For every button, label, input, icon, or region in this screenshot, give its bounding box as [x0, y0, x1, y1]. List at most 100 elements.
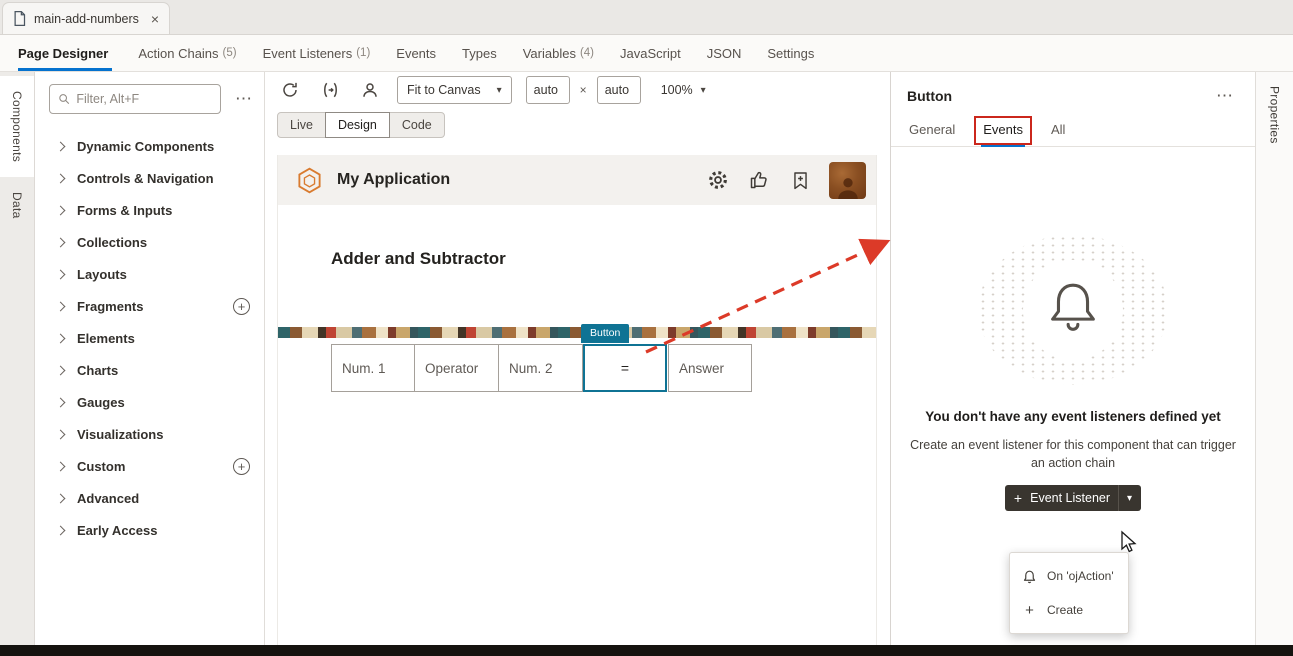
overflow-menu-icon[interactable]: ⋯: [231, 89, 256, 109]
num2-field[interactable]: Num. 2: [499, 344, 583, 392]
tree-item-visualizations[interactable]: Visualizations: [35, 418, 264, 450]
designer-menu-bar: Page Designer Action Chains(5) Event Lis…: [0, 35, 1293, 72]
panel-tab-data[interactable]: Data: [0, 177, 34, 234]
overflow-menu-icon[interactable]: ⋯: [1212, 86, 1237, 106]
menu-item-create[interactable]: + Create: [1010, 593, 1128, 627]
user-preview-button[interactable]: [357, 77, 383, 103]
zoom-select[interactable]: 100% ▾: [661, 83, 706, 97]
filter-input[interactable]: [76, 92, 212, 106]
tab-label: Events: [396, 46, 436, 61]
add-circle-icon[interactable]: +: [233, 298, 250, 315]
tree-item-layouts[interactable]: Layouts: [35, 258, 264, 290]
left-rail: Components Data: [0, 72, 35, 645]
tree-item-label: Controls & Navigation: [77, 171, 214, 186]
decorative-stripe-band[interactable]: [278, 327, 876, 338]
event-listener-button[interactable]: + Event Listener ▾: [1005, 485, 1141, 511]
times-separator: ×: [580, 83, 587, 97]
person-icon: [835, 173, 861, 199]
selection-tag: Button: [581, 324, 629, 343]
tab-events[interactable]: Events: [981, 114, 1025, 147]
design-canvas: My Application: [265, 142, 890, 645]
designed-page: My Application: [277, 155, 877, 645]
parentheses-icon: [321, 81, 340, 99]
tab-label: Event Listeners: [263, 46, 353, 61]
menu-item-on-ojaction[interactable]: On 'ojAction': [1010, 559, 1128, 593]
tree-item-collections[interactable]: Collections: [35, 226, 264, 258]
app-header-icons: [706, 162, 866, 199]
tab-all[interactable]: All: [1049, 114, 1067, 147]
empty-illustration: [978, 235, 1168, 385]
tab-general[interactable]: General: [907, 114, 957, 147]
code-button[interactable]: Code: [389, 112, 445, 138]
user-icon: [361, 81, 379, 99]
close-icon[interactable]: ×: [151, 12, 159, 26]
tree-item-gauges[interactable]: Gauges: [35, 386, 264, 418]
tree-item-label: Dynamic Components: [77, 139, 214, 154]
tab-javascript[interactable]: JavaScript: [620, 35, 681, 71]
filter-input-wrap: [49, 84, 221, 114]
tab-events[interactable]: Events: [396, 35, 436, 71]
operator-field[interactable]: Operator: [415, 344, 499, 392]
tree-item-dynamic-components[interactable]: Dynamic Components: [35, 130, 264, 162]
panel-tab-components[interactable]: Components: [0, 76, 34, 177]
panel-tab-properties[interactable]: Properties: [1256, 74, 1293, 156]
bookmark-button[interactable]: [788, 168, 812, 192]
tree-item-charts[interactable]: Charts: [35, 354, 264, 386]
properties-tabs: General Events All: [891, 106, 1255, 147]
expression-button[interactable]: [317, 77, 343, 103]
tree-item-label: Collections: [77, 235, 147, 250]
gear-button[interactable]: [706, 168, 730, 192]
canvas-height-input[interactable]: [597, 76, 641, 104]
page-icon: [13, 11, 26, 26]
tab-variables[interactable]: Variables(4): [523, 35, 594, 71]
tree-item-label: Visualizations: [77, 427, 163, 442]
tab-action-chains[interactable]: Action Chains(5): [138, 35, 236, 71]
add-circle-icon[interactable]: +: [233, 458, 250, 475]
field-label: Num. 2: [509, 361, 553, 376]
design-button[interactable]: Design: [325, 112, 390, 138]
tab-event-listeners[interactable]: Event Listeners(1): [263, 35, 371, 71]
tree-item-forms-inputs[interactable]: Forms & Inputs: [35, 194, 264, 226]
plus-icon: +: [1014, 491, 1022, 505]
browser-tab[interactable]: main-add-numbers ×: [2, 2, 170, 34]
bell-icon: [1022, 569, 1037, 584]
tree-item-early-access[interactable]: Early Access: [35, 514, 264, 546]
bookmark-add-icon: [791, 171, 810, 190]
selected-component: Button =: [583, 344, 667, 392]
canvas-width-input[interactable]: [526, 76, 570, 104]
tree-item-label: Forms & Inputs: [77, 203, 172, 218]
gear-icon: [707, 169, 729, 191]
tab-types[interactable]: Types: [462, 35, 497, 71]
field-label: Answer: [679, 361, 724, 376]
plus-icon: +: [1022, 602, 1037, 619]
live-button[interactable]: Live: [277, 112, 326, 138]
like-button[interactable]: [747, 168, 771, 192]
chevron-right-icon: [56, 141, 66, 151]
tree-item-label: Advanced: [77, 491, 139, 506]
tree-item-advanced[interactable]: Advanced: [35, 482, 264, 514]
avatar[interactable]: [829, 162, 866, 199]
tab-settings[interactable]: Settings: [767, 35, 814, 71]
equals-button[interactable]: =: [583, 344, 667, 392]
chevron-right-icon: [56, 237, 66, 247]
menu-item-label: On 'ojAction': [1047, 569, 1114, 583]
caret-down-icon[interactable]: ▾: [1127, 493, 1132, 504]
tree-item-fragments[interactable]: Fragments+: [35, 290, 264, 322]
panel-tab-label: Components: [10, 91, 24, 162]
tree-item-custom[interactable]: Custom+: [35, 450, 264, 482]
refresh-button[interactable]: [277, 77, 303, 103]
browser-tab-title: main-add-numbers: [34, 12, 143, 26]
tree-item-elements[interactable]: Elements: [35, 322, 264, 354]
tab-count: (5): [223, 47, 237, 59]
app-header[interactable]: My Application: [278, 155, 876, 205]
chevron-right-icon: [56, 493, 66, 503]
answer-field[interactable]: Answer: [668, 344, 752, 392]
page-title[interactable]: Adder and Subtractor: [331, 249, 876, 269]
tab-json[interactable]: JSON: [707, 35, 742, 71]
fit-to-canvas-select[interactable]: Fit to Canvas ▾: [397, 76, 512, 104]
tree-item-controls-navigation[interactable]: Controls & Navigation: [35, 162, 264, 194]
app-title: My Application: [337, 171, 450, 189]
tab-page-designer[interactable]: Page Designer: [18, 35, 112, 71]
zoom-value: 100%: [661, 83, 693, 97]
num1-field[interactable]: Num. 1: [331, 344, 415, 392]
